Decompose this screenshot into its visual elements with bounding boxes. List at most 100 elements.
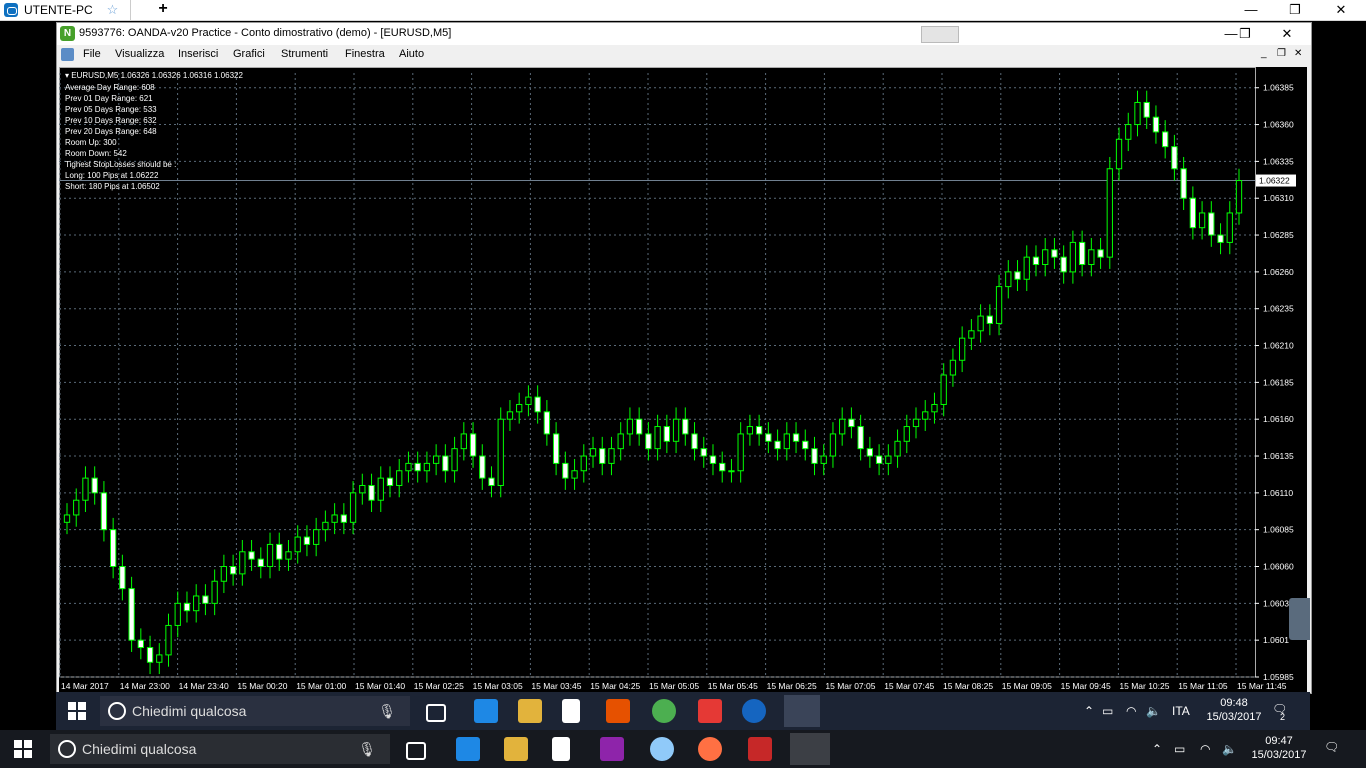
teamviewer-window-icon[interactable] bbox=[790, 733, 830, 765]
remote-session-tab[interactable]: UTENTE-PC ☆ bbox=[0, 0, 131, 20]
candle bbox=[626, 407, 634, 446]
info-line: Prev 10 Days Range: 632 bbox=[65, 116, 157, 125]
indicator-info: ▾ EURUSD,M5 1.06326 1.06326 1.06316 1.06… bbox=[65, 71, 243, 191]
task-view-icon[interactable] bbox=[426, 704, 446, 722]
mdi-minimize-button[interactable]: _ bbox=[1261, 48, 1267, 59]
file-explorer-icon[interactable] bbox=[504, 737, 528, 761]
candle bbox=[589, 436, 597, 468]
menu-charts[interactable]: Grafici bbox=[233, 48, 265, 60]
media-icon[interactable] bbox=[606, 699, 630, 723]
new-tab-button[interactable]: + bbox=[150, 0, 176, 20]
pdf-icon[interactable] bbox=[748, 737, 772, 761]
network-app-icon[interactable] bbox=[650, 737, 674, 761]
battery-icon[interactable]: ▭ bbox=[1102, 704, 1113, 718]
remote-close-button[interactable]: ✕ bbox=[1318, 0, 1364, 20]
menu-help[interactable]: Aiuto bbox=[399, 48, 424, 60]
ig-icon[interactable] bbox=[698, 699, 722, 723]
wifi-icon[interactable]: ◠ bbox=[1200, 742, 1210, 756]
restore-button[interactable]: ❐ bbox=[1225, 24, 1265, 44]
candle-body bbox=[682, 418, 689, 435]
candle-body bbox=[294, 536, 301, 553]
y-tick-label: 1.06235 bbox=[1263, 304, 1294, 314]
favorite-star-icon[interactable]: ☆ bbox=[107, 2, 119, 18]
volume-icon[interactable]: 🔈 bbox=[1222, 742, 1237, 756]
remote-search-box[interactable]: Chiedimi qualcosa 🎙 bbox=[100, 696, 410, 726]
candle bbox=[663, 414, 670, 454]
side-panel-toggle[interactable] bbox=[1289, 598, 1310, 640]
price-chart[interactable]: 1.06385 1.06360 1.06335 1.06310 1.06285 1.062… bbox=[59, 67, 1307, 695]
candle-body bbox=[1198, 212, 1206, 229]
menu-window[interactable]: Finestra bbox=[345, 48, 385, 60]
local-clock[interactable]: 09:47 15/03/2017 bbox=[1246, 734, 1312, 762]
x-tick-label: 15 Mar 11:45 bbox=[1237, 681, 1287, 691]
candle-body bbox=[340, 514, 348, 523]
mdi-close-button[interactable]: ✕ bbox=[1294, 48, 1302, 59]
remote-minimize-button[interactable]: — bbox=[1228, 0, 1274, 20]
local-search-box[interactable]: Chiedimi qualcosa 🎙 bbox=[50, 734, 390, 764]
menu-insert[interactable]: Inserisci bbox=[178, 48, 218, 60]
edge-icon[interactable] bbox=[474, 699, 498, 723]
file-explorer-icon[interactable] bbox=[518, 699, 542, 723]
y-tick-label: 1.06210 bbox=[1263, 341, 1294, 351]
x-tick-label: 15 Mar 00:20 bbox=[237, 681, 287, 691]
teamviewer-taskbar-icon[interactable] bbox=[742, 699, 766, 723]
firefox-icon[interactable] bbox=[698, 737, 722, 761]
candle-body bbox=[386, 477, 394, 486]
wifi-icon[interactable]: ◠ bbox=[1126, 704, 1136, 718]
y-tick-label: 1.06185 bbox=[1263, 377, 1294, 387]
tray-chevron-icon[interactable]: ⌃ bbox=[1084, 704, 1094, 718]
app-menu-icon[interactable] bbox=[61, 48, 74, 61]
battery-icon[interactable]: ▭ bbox=[1174, 742, 1185, 756]
candle-body bbox=[1069, 241, 1077, 273]
language-indicator[interactable]: ITA bbox=[1172, 704, 1190, 718]
photos-icon[interactable] bbox=[600, 737, 624, 761]
menu-view[interactable]: Visualizza bbox=[115, 48, 164, 60]
x-tick-label: 15 Mar 08:25 bbox=[943, 681, 993, 691]
store-icon[interactable] bbox=[552, 737, 570, 761]
candle bbox=[848, 407, 855, 439]
candle bbox=[820, 444, 827, 476]
candle-body bbox=[109, 529, 117, 568]
tray-chevron-icon[interactable]: ⌃ bbox=[1152, 742, 1162, 756]
candle-body bbox=[1180, 168, 1187, 199]
remote-restore-button[interactable]: ❐ bbox=[1272, 0, 1318, 20]
y-tick-label: 1.06085 bbox=[1263, 525, 1294, 535]
candle-body bbox=[257, 558, 264, 568]
x-tick-label: 14 Mar 23:00 bbox=[120, 681, 170, 691]
menu-file[interactable]: File bbox=[83, 48, 101, 60]
info-line: Prev 20 Days Range: 648 bbox=[65, 127, 157, 136]
remote-start-button[interactable] bbox=[68, 702, 86, 720]
volume-icon[interactable]: 🔈 bbox=[1146, 704, 1161, 718]
candle-body bbox=[193, 595, 200, 612]
edge-icon[interactable] bbox=[456, 737, 480, 761]
close-button[interactable]: ✕ bbox=[1267, 24, 1307, 44]
candle-body bbox=[691, 433, 698, 450]
x-tick-label: 15 Mar 06:25 bbox=[767, 681, 817, 691]
mt4-taskbar-icon[interactable] bbox=[784, 695, 820, 727]
candle bbox=[1134, 90, 1141, 137]
candle bbox=[802, 429, 809, 461]
local-start-button[interactable] bbox=[14, 740, 32, 763]
candle-body bbox=[442, 455, 449, 472]
candle-body bbox=[599, 448, 606, 464]
candle bbox=[377, 466, 384, 513]
candle-body bbox=[672, 418, 680, 442]
notification-icon[interactable]: 🗨 bbox=[1324, 740, 1339, 754]
candle bbox=[894, 429, 901, 468]
store-icon[interactable] bbox=[562, 699, 580, 723]
task-view-icon[interactable] bbox=[406, 742, 426, 760]
candle bbox=[128, 576, 135, 652]
mdi-restore-button[interactable]: ❐ bbox=[1277, 48, 1286, 59]
menu-tools[interactable]: Strumenti bbox=[281, 48, 328, 60]
candle-body bbox=[534, 396, 541, 413]
toolbar-grip-icon[interactable] bbox=[921, 26, 959, 43]
microphone-icon[interactable]: 🎙 bbox=[378, 703, 396, 720]
chrome-icon[interactable] bbox=[652, 699, 676, 723]
microphone-icon[interactable]: 🎙 bbox=[358, 741, 376, 758]
candle-body bbox=[866, 448, 874, 457]
candle bbox=[313, 517, 320, 557]
candle bbox=[165, 613, 172, 667]
remote-clock[interactable]: 09:48 15/03/2017 bbox=[1204, 696, 1264, 724]
candle-body bbox=[1042, 249, 1049, 266]
candle-body bbox=[580, 455, 587, 472]
